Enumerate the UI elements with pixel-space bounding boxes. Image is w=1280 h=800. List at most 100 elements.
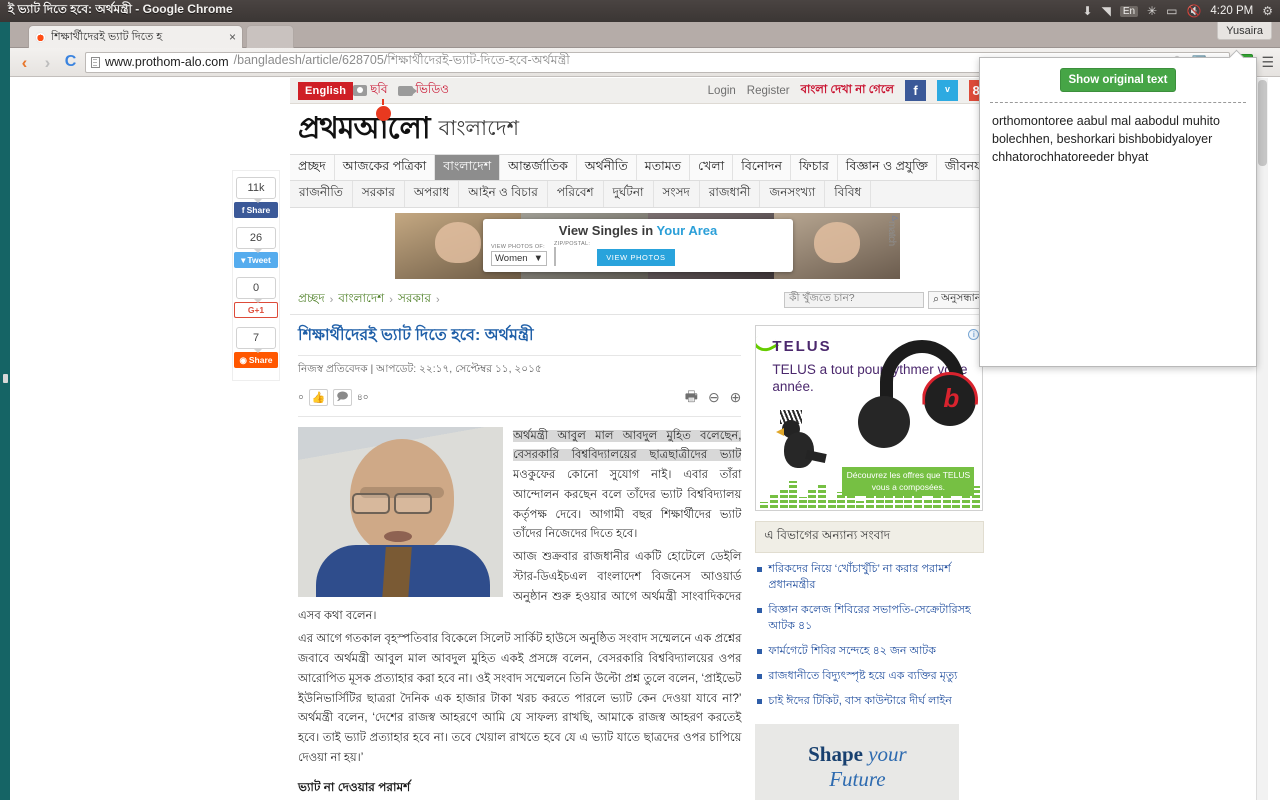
shape-ad-line1: Shape bbox=[808, 742, 863, 767]
leaderboard-ad[interactable]: View Singles in Your Area VIEW PHOTOS OF… bbox=[395, 213, 900, 279]
print-icon[interactable]: 🖶 bbox=[685, 386, 698, 410]
article-column: শিক্ষার্থীদেরই ভ্যাট দিতে হবে: অর্থমন্ত্… bbox=[298, 325, 742, 800]
telus-ad[interactable]: TELUS TELUS a tout pour rythmer votre an… bbox=[755, 325, 984, 511]
volume-mute-icon[interactable]: 🔇 bbox=[1186, 5, 1201, 17]
user-indicator[interactable]: Yusaira bbox=[1217, 22, 1272, 40]
related-news-item[interactable]: বিজ্ঞান কলেজ শিবিরের সভাপতি-সেক্রেটারিসহ… bbox=[755, 603, 984, 635]
site-utility-bar: English ছবি ভিডিও Login Register বাংলা দ… bbox=[290, 78, 990, 104]
nav-item-2[interactable]: বাংলাদেশ bbox=[435, 155, 501, 180]
nav-item-6[interactable]: খেলা bbox=[690, 155, 734, 180]
ad-cta-button[interactable]: VIEW PHOTOS bbox=[597, 249, 675, 266]
unity-launcher[interactable] bbox=[0, 22, 10, 800]
gear-icon[interactable]: ⚙ bbox=[1262, 5, 1273, 17]
bangla-font-notice[interactable]: বাংলা দেখা না গেলে bbox=[801, 81, 894, 100]
reddit-share-label: Share bbox=[248, 355, 273, 365]
nav-item-0[interactable]: প্রচ্ছদ bbox=[290, 155, 335, 180]
article-subheading: ভ্যাট না দেওয়ার পরামর্শ bbox=[298, 779, 411, 794]
sync-icon[interactable]: ⬇ bbox=[1083, 5, 1093, 17]
equalizer-bar bbox=[952, 500, 961, 508]
english-toggle[interactable]: English bbox=[298, 81, 354, 100]
related-news-item[interactable]: শরিকদের নিয়ে ‘খোঁচাখুঁচি’ না করার পরামর… bbox=[755, 562, 984, 594]
page-info-icon[interactable] bbox=[91, 56, 100, 68]
adchoices-icon[interactable]: ▷ bbox=[893, 214, 898, 222]
search-input[interactable]: কী খুঁজতে চান? bbox=[784, 291, 925, 308]
browser-tab-background[interactable] bbox=[246, 25, 294, 48]
shape-your-future-ad[interactable]: Shape your Future bbox=[755, 723, 960, 800]
nav-item-5[interactable]: মতামত bbox=[637, 155, 691, 180]
search-button[interactable]: ⌕ অনুসন্ধান bbox=[928, 290, 986, 309]
reload-icon[interactable]: C bbox=[62, 54, 79, 70]
nav-item-9[interactable]: বিজ্ঞান ও প্রযুক্তি bbox=[838, 155, 937, 180]
subnav-item-7[interactable]: রাজধানী bbox=[700, 181, 761, 207]
nav-item-4[interactable]: অর্থনীতি bbox=[577, 155, 637, 180]
page-scrollbar[interactable] bbox=[1256, 78, 1268, 800]
tab-strip: শিক্ষার্থীদেরই ভ্যাট দিতে হ × bbox=[10, 22, 1280, 48]
related-news-link: ফার্মগেটে শিবির সন্দেহে ৪২ জন আটক bbox=[768, 644, 936, 657]
article-paragraph: এর আগে গতকাল বৃহস্পতিবার বিকেলে সিলেট সা… bbox=[298, 633, 742, 764]
thumbs-up-icon[interactable]: 👍 bbox=[308, 389, 328, 407]
register-link[interactable]: Register bbox=[747, 85, 790, 97]
subnav-item-9[interactable]: বিবিধ bbox=[825, 181, 872, 207]
twitter-icon[interactable]: ᵛ bbox=[937, 80, 958, 101]
nav-item-1[interactable]: আজকের পত্রিকা bbox=[335, 155, 436, 180]
googleplus-share-button[interactable]: G+1 bbox=[234, 302, 278, 318]
url-domain: www.prothom-alo.com bbox=[105, 55, 229, 69]
show-original-text-button[interactable]: Show original text bbox=[1060, 68, 1176, 92]
nav-item-8[interactable]: ফিচার bbox=[791, 155, 838, 180]
desktop-top-panel: ই ভ্যাট দিতে হবে: অর্থমন্ত্রী - Google C… bbox=[0, 0, 1280, 22]
chrome-menu-icon[interactable]: ☰ bbox=[1259, 54, 1274, 71]
browser-tab-active[interactable]: শিক্ষার্থীদেরই ভ্যাট দিতে হ × bbox=[28, 25, 243, 48]
launcher-handle[interactable] bbox=[3, 374, 8, 383]
ad-info-icon[interactable]: i bbox=[968, 329, 980, 340]
equalizer-bar bbox=[760, 502, 769, 508]
battery-icon[interactable]: ▭ bbox=[1166, 5, 1177, 17]
photos-link[interactable]: ছবি bbox=[353, 81, 388, 101]
related-news-link: চাই ঈদের টিকিট, বাস কাউন্টারে দীর্ঘ লাইন bbox=[768, 694, 952, 707]
zoom-out-icon[interactable]: ⊖ bbox=[708, 389, 720, 406]
twitter-share-button[interactable]: ▾ Tweet bbox=[234, 252, 278, 268]
nav-item-3[interactable]: আন্তর্জাতিক bbox=[500, 155, 577, 180]
close-icon[interactable]: × bbox=[229, 31, 236, 43]
nav-item-7[interactable]: বিনোদন bbox=[733, 155, 791, 180]
facebook-icon[interactable]: f bbox=[905, 80, 926, 101]
ad-zip-input[interactable] bbox=[553, 247, 556, 266]
related-news-item[interactable]: ফার্মগেটে শিবির সন্দেহে ৪২ জন আটক bbox=[755, 644, 984, 660]
telus-cta[interactable]: Découvrez les offres que TELUS vous a co… bbox=[842, 467, 975, 496]
comment-icon[interactable]: 🗩 bbox=[332, 389, 352, 407]
utility-right-group: Login Register বাংলা দেখা না গেলে f ᵛ 8⁺ bbox=[708, 80, 990, 101]
videos-link[interactable]: ভিডিও bbox=[397, 81, 449, 101]
subnav-item-6[interactable]: সংসদ bbox=[654, 181, 700, 207]
equalizer-bar bbox=[856, 501, 865, 508]
breadcrumb-item-0[interactable]: প্রচ্ছদ bbox=[298, 290, 325, 310]
related-news-item[interactable]: রাজধানীতে বিদ্যুৎস্পৃষ্ট হয়ে এক ব্যক্তি… bbox=[755, 669, 984, 685]
login-link[interactable]: Login bbox=[708, 85, 736, 97]
subnav-item-8[interactable]: জনসংখ্যা bbox=[760, 181, 826, 207]
keyboard-layout-indicator[interactable]: En bbox=[1119, 5, 1139, 17]
cockatoo-image bbox=[776, 410, 828, 476]
subnav-item-3[interactable]: আইন ও বিচার bbox=[459, 181, 548, 207]
breadcrumb-item-2[interactable]: সরকার bbox=[398, 290, 431, 310]
subnav-item-2[interactable]: অপরাধ bbox=[405, 181, 460, 207]
bluetooth-icon[interactable]: ✳ bbox=[1147, 5, 1157, 17]
clock[interactable]: 4:20 PM bbox=[1210, 5, 1253, 17]
ad-gender-select[interactable]: Women ▼ bbox=[491, 251, 547, 266]
wifi-icon[interactable]: ◥ bbox=[1102, 5, 1111, 17]
scrollbar-thumb[interactable] bbox=[1258, 80, 1267, 166]
site-logo[interactable]: প্রথমআলো bbox=[298, 99, 431, 144]
paragraph-rest: মওকুফের কোনো সুযোগ নাই। এবার তাঁরা আন্দো… bbox=[513, 469, 742, 541]
camera-icon bbox=[353, 85, 368, 96]
back-icon[interactable]: ‹ bbox=[16, 54, 33, 71]
facebook-share-button[interactable]: f Share bbox=[234, 202, 278, 218]
related-news-heading: এ বিভাগের অন্যান্য সংবাদ bbox=[755, 521, 984, 553]
reddit-share-button[interactable]: ◉ Share bbox=[234, 352, 278, 368]
subnav-item-5[interactable]: দুর্ঘটনা bbox=[604, 181, 654, 207]
subnav-item-0[interactable]: রাজনীতি bbox=[290, 181, 353, 207]
breadcrumb-item-1[interactable]: বাংলাদেশ bbox=[338, 290, 384, 310]
forward-icon[interactable]: › bbox=[39, 54, 56, 71]
subnav-item-4[interactable]: পরিবেশ bbox=[548, 181, 604, 207]
ad-gender-label: VIEW PHOTOS OF: bbox=[491, 244, 545, 250]
telus-brand: TELUS bbox=[772, 338, 832, 355]
zoom-in-icon[interactable]: ⊕ bbox=[730, 389, 742, 406]
subnav-item-1[interactable]: সরকার bbox=[353, 181, 405, 207]
related-news-item[interactable]: চাই ঈদের টিকিট, বাস কাউন্টারে দীর্ঘ লাইন bbox=[755, 694, 984, 710]
